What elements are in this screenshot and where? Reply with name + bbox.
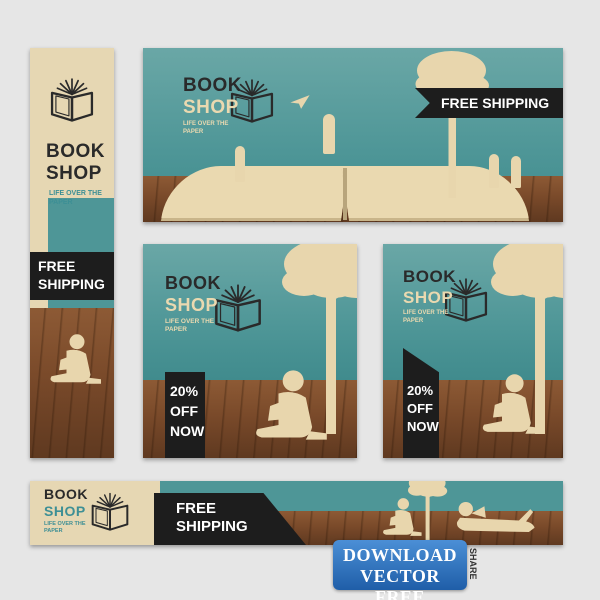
tagline-line2: PAPER	[183, 129, 204, 135]
watermark-line2: VECTOR FREE	[360, 566, 440, 600]
banner-vertical: BOOK SHOP LIFE OVER THE PAPER FREE SHIPP…	[30, 48, 114, 458]
discount-off: OFF	[170, 403, 198, 419]
logo-word-book: BOOK	[403, 267, 456, 286]
watermark-side-label: SHARE	[468, 548, 478, 580]
paper-plane-icon	[289, 94, 311, 110]
tagline-line2: PAPER	[165, 326, 187, 333]
reading-child-silhouette	[247, 368, 331, 442]
download-watermark[interactable]: DOWNLOAD VECTOR FREE	[333, 540, 467, 600]
child-figure	[323, 114, 335, 154]
tree-silhouette	[408, 48, 498, 198]
watermark-line1: DOWNLOAD	[342, 545, 457, 565]
book-logo-icon	[90, 487, 130, 535]
tagline-line2: PAPER	[49, 199, 73, 206]
free-label: FREE	[38, 258, 76, 274]
lying-reader-silhouette	[450, 499, 536, 535]
logo-word-shop: SHOP	[403, 288, 454, 307]
discount-now: NOW	[407, 419, 439, 434]
banner-leaderboard: BOOK SHOP LIFE OVER THE PAPER FREE SHIPP…	[143, 48, 563, 222]
banner-medium-right: BOOK SHOP LIFE OVER THE PAPER 20% OFF NO…	[383, 244, 563, 458]
tagline-line2: PAPER	[44, 528, 63, 534]
logo-word-shop: SHOP	[183, 97, 239, 118]
logo-word-book: BOOK	[44, 486, 88, 502]
logo-word-shop: SHOP	[165, 295, 219, 315]
logo-word-shop: SHOP	[44, 503, 86, 519]
book-logo-icon	[49, 76, 95, 122]
reading-child-silhouette	[475, 372, 547, 436]
free-label: FREE	[176, 500, 217, 517]
shipping-label: SHIPPING	[38, 276, 105, 292]
child-figure	[489, 154, 499, 188]
reading-child-silhouette	[44, 332, 104, 386]
tagline-line1: LIFE OVER THE	[183, 121, 229, 127]
discount-percent: 20%	[170, 383, 199, 399]
discount-now: NOW	[170, 423, 205, 439]
tagline-line2: PAPER	[403, 318, 424, 324]
discount-off: OFF	[407, 401, 433, 416]
logo-word-book: BOOK	[165, 273, 221, 293]
tagline-line1: LIFE OVER THE	[44, 521, 86, 527]
shipping-label: SHIPPING	[176, 518, 248, 535]
child-figure	[235, 146, 245, 182]
logo-word-shop: SHOP	[46, 163, 102, 184]
tagline-line1: LIFE OVER THE	[165, 318, 215, 325]
banner-medium-left: BOOK SHOP LIFE OVER THE PAPER 20% OFF NO…	[143, 244, 357, 458]
banner-bottom-wide: BOOK SHOP LIFE OVER THE PAPER FREE SHIPP…	[30, 481, 563, 545]
child-figure	[511, 156, 521, 188]
logo-word-book: BOOK	[46, 141, 105, 162]
tagline-line1: LIFE OVER THE	[403, 310, 449, 316]
logo-word-book: BOOK	[183, 75, 242, 96]
tagline-line1: LIFE OVER THE	[49, 190, 102, 197]
discount-percent: 20%	[407, 383, 434, 398]
free-shipping-label: FREE SHIPPING	[441, 95, 550, 111]
reading-child-silhouette	[378, 497, 424, 537]
